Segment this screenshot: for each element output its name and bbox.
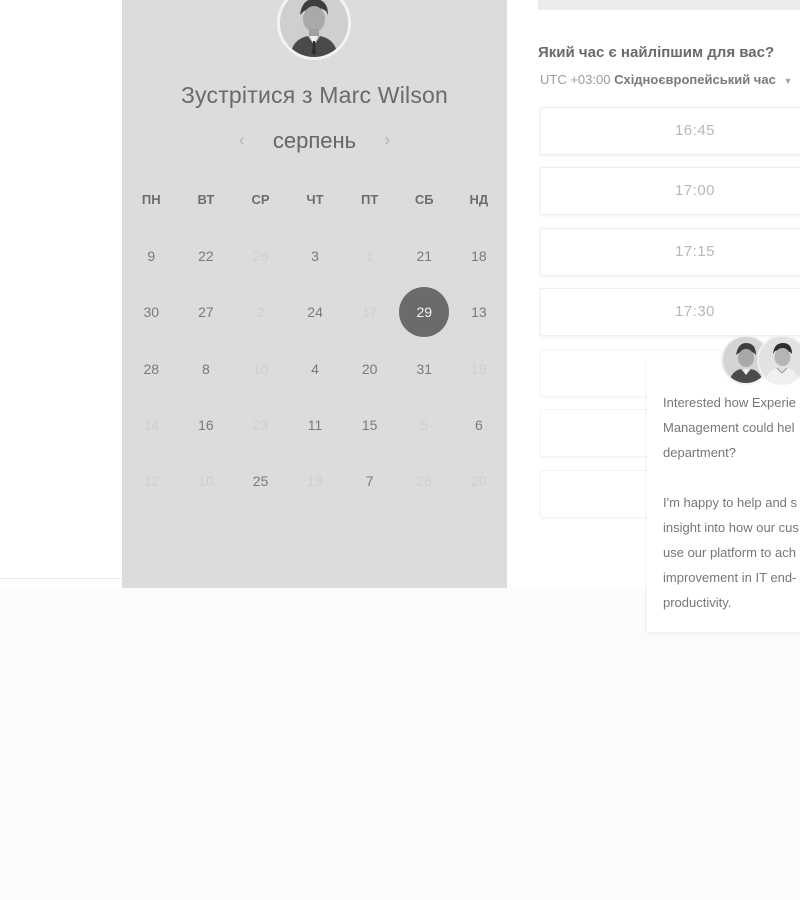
- calendar-day: 17: [361, 304, 378, 321]
- time-slot-label: 17:30: [674, 303, 716, 320]
- day-grid: 9 22 26 3 1 21 18 30 27 2 24 17 29 13 28…: [124, 228, 506, 509]
- calendar-day[interactable]: 20: [342, 341, 397, 397]
- person-icon: [759, 337, 800, 383]
- divider: [0, 578, 122, 579]
- timezone-selector[interactable]: UTC +03:00 Східноєвропейський час ▼: [540, 72, 792, 87]
- calendar-day[interactable]: 21: [397, 228, 452, 284]
- time-slot[interactable]: 16:45: [540, 107, 800, 155]
- calendar-day: 26: [416, 473, 433, 490]
- calendar-day[interactable]: 8: [179, 341, 234, 397]
- calendar-day: 14: [143, 417, 160, 434]
- weekday-label: ПН: [141, 192, 161, 207]
- weekday-label: СР: [251, 192, 270, 207]
- caret-down-icon: ▼: [783, 76, 793, 86]
- calendar-day[interactable]: 11: [288, 397, 343, 453]
- chevron-left-icon[interactable]: ‹: [231, 130, 253, 151]
- selected-day[interactable]: 29: [397, 284, 452, 340]
- calendar-day[interactable]: 3: [288, 228, 343, 284]
- calendar-day: 23: [252, 417, 269, 434]
- weekday-label: ЧТ: [306, 192, 324, 207]
- timezone-name: Східноєвропейський час: [614, 72, 776, 87]
- calendar-day[interactable]: 30: [124, 284, 179, 340]
- calendar-day: 19: [307, 473, 323, 490]
- calendar-day[interactable]: 28: [124, 341, 179, 397]
- weekday-label: ПТ: [361, 192, 379, 207]
- calendar-day: 12: [143, 473, 160, 490]
- weekday-label: СБ: [414, 192, 434, 207]
- calendar-day[interactable]: 18: [452, 228, 507, 284]
- time-slot[interactable]: 17:15: [540, 228, 800, 276]
- calendar-day: 1: [365, 248, 374, 265]
- chevron-right-icon[interactable]: ›: [376, 130, 398, 151]
- agent-avatar: [757, 335, 800, 385]
- meeting-page: Зустрітися з Marc Wilson ‹ серпень › ПН …: [0, 0, 800, 900]
- time-slot-label: 17:15: [674, 243, 716, 260]
- calendar-day[interactable]: 6: [452, 397, 507, 453]
- month-navigation: ‹ серпень ›: [122, 128, 507, 154]
- selected-day-label: 29: [399, 287, 450, 338]
- time-slot[interactable]: 17:00: [540, 167, 800, 215]
- calendar-day: 10: [252, 360, 269, 377]
- calendar-day: 20: [471, 473, 487, 490]
- month-label: серпень: [272, 128, 357, 153]
- calendar-day: 2: [256, 304, 265, 321]
- calendar-day[interactable]: 25: [233, 453, 288, 509]
- meeting-title: Зустрітися з Marc Wilson: [180, 82, 449, 108]
- calendar-day[interactable]: 15: [342, 397, 397, 453]
- weekday-label: НД: [469, 192, 489, 207]
- calendar-day[interactable]: 27: [179, 284, 234, 340]
- time-question-heading: Який час є найліпшим для вас?: [538, 44, 775, 61]
- weekday-header: ПН ВТ СР ЧТ ПТ СБ НД: [124, 192, 506, 207]
- time-slot-label: 16:45: [674, 122, 716, 139]
- chat-message: Interested how Experie Management could …: [663, 395, 796, 460]
- weekday-label: ВТ: [197, 192, 215, 207]
- calendar-day[interactable]: 16: [179, 397, 234, 453]
- calendar-day: 5: [420, 417, 429, 434]
- time-slot-label: 17:00: [674, 182, 716, 199]
- calendar-day[interactable]: 13: [452, 284, 507, 340]
- calendar-day[interactable]: 31: [397, 341, 452, 397]
- timezone-offset: UTC +03:00: [540, 72, 611, 87]
- calendar-day[interactable]: 4: [288, 341, 343, 397]
- chat-message: I'm happy to help and s insight into how…: [663, 495, 799, 610]
- calendar-day[interactable]: 24: [288, 284, 343, 340]
- calendar-day: 10: [198, 473, 214, 490]
- calendar-day: 19: [471, 360, 487, 377]
- header-strip: [538, 0, 800, 10]
- calendar-day[interactable]: 9: [124, 228, 179, 284]
- calendar-day[interactable]: 22: [179, 228, 234, 284]
- time-slot[interactable]: 17:30: [540, 288, 800, 336]
- calendar-day[interactable]: 7: [342, 453, 397, 509]
- person-icon: [280, 0, 348, 57]
- calendar-day: 26: [252, 248, 269, 265]
